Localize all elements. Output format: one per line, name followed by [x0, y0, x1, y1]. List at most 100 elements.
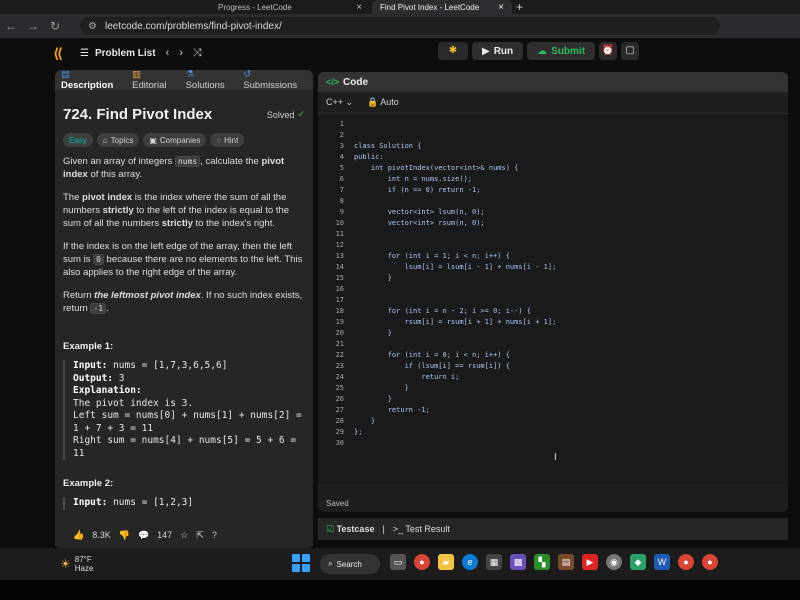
code-line[interactable]: } [354, 417, 375, 425]
tab-description[interactable]: ▤ Description [61, 70, 124, 91]
example-line: Input: nums = [1,7,3,6,5,6] [73, 360, 305, 373]
code-line[interactable]: }; [354, 428, 362, 436]
weather-condition: Haze [74, 564, 94, 573]
chrome-icon[interactable]: ● [414, 554, 430, 570]
leetcode-logo-icon[interactable]: ⟪ [48, 45, 68, 62]
run-toolbar: ✱ ▶ Run ☁ Submit ⏰ ▢ [438, 40, 640, 62]
submit-button[interactable]: ☁ Submit [527, 42, 596, 60]
topics-badge[interactable]: ⌂ Topics [96, 133, 140, 147]
chrome-icon[interactable]: ● [702, 554, 718, 570]
tab-editorial[interactable]: ▥ Editorial [132, 70, 177, 91]
companies-badge[interactable]: ▣ Companies [143, 133, 207, 147]
code-line[interactable]: return -1; [354, 406, 430, 414]
task-view-icon[interactable]: ▭ [390, 554, 406, 570]
example-text: 1 + 7 + 3 = 11 [73, 422, 154, 434]
code-line[interactable]: public: [354, 153, 384, 161]
reload-icon[interactable]: ↻ [44, 19, 66, 33]
code-line[interactable]: } [354, 274, 392, 282]
code-line[interactable]: if (lsum[i] == rsum[i]) { [354, 362, 510, 370]
code-line[interactable]: for (int i = 1; i < n; i++) { [354, 252, 510, 260]
chrome-icon[interactable]: ● [678, 554, 694, 570]
app-icon[interactable]: ▤ [558, 554, 574, 570]
prev-problem-icon[interactable]: ‹ [166, 47, 170, 59]
close-icon[interactable]: × [356, 2, 362, 13]
edge-icon[interactable]: e [462, 554, 478, 570]
code-line[interactable]: } [354, 395, 392, 403]
tab-label: Editorial [132, 80, 167, 91]
star-icon[interactable]: ☆ [180, 530, 188, 541]
url-field[interactable]: ⚙ leetcode.com/problems/find-pivot-index… [80, 17, 720, 35]
code-editor[interactable]: I 1 2 3 class Solution {4 public: 5 int pivot… [318, 114, 788, 484]
word-icon[interactable]: W [654, 554, 670, 570]
code-line[interactable]: for (int i = n - 2; i >= 0; i--) { [354, 307, 531, 315]
code-line[interactable]: for (int i = 0; i < n; i++) { [354, 351, 510, 359]
example-line: The pivot index is 3. [73, 398, 305, 411]
file-explorer-icon[interactable]: ▰ [438, 554, 454, 570]
alarm-icon[interactable]: ⏰ [599, 42, 618, 60]
hint-badge[interactable]: ◌ Hint [210, 133, 245, 147]
windows-start-icon[interactable] [292, 554, 310, 572]
problem-list-button[interactable]: ☰ Problem List [80, 48, 156, 59]
taskbar-search[interactable]: ⌕ Search [320, 554, 380, 574]
desc-text: . [106, 303, 109, 314]
close-icon[interactable]: × [498, 2, 504, 13]
dislike-icon[interactable]: 👎 [119, 530, 130, 541]
language-bar: C++ ⌄ 🔒 Auto [318, 92, 788, 114]
code-line[interactable]: return i; [354, 373, 459, 381]
forward-icon[interactable]: → [22, 19, 44, 33]
code-icon: </> [326, 77, 340, 87]
code-line[interactable]: vector<int> rsum(n, 0); [354, 219, 485, 227]
tab-submissions[interactable]: ↺ Submissions [243, 70, 307, 91]
solved-label: Solved [266, 109, 295, 120]
desc-text: of this array. [87, 169, 143, 180]
auto-label: Auto [380, 97, 399, 107]
share-icon[interactable]: ⇱ [196, 530, 204, 541]
question-header: 724. Find Pivot Index Solved ✓ [63, 106, 305, 123]
debug-icon[interactable]: ✱ [438, 42, 468, 60]
site-info-icon[interactable]: ⚙ [88, 21, 97, 32]
run-button[interactable]: ▶ Run [472, 42, 524, 60]
submit-label: Submit [551, 45, 586, 57]
code-line[interactable]: vector<int> lsum(n, 0); [354, 208, 485, 216]
new-tab-button[interactable]: + [516, 0, 523, 14]
code-line[interactable]: } [354, 384, 409, 392]
store-icon[interactable]: ▦ [486, 554, 502, 570]
browser-tab-find-pivot[interactable]: Find Pivot Index - LeetCode × [372, 0, 512, 14]
inline-code: -1 [90, 303, 107, 314]
example-text: 11 [73, 447, 85, 459]
back-icon[interactable]: ← [0, 19, 22, 33]
help-icon[interactable]: ? [212, 530, 217, 540]
app-icon[interactable]: ◉ [606, 554, 622, 570]
code-line[interactable]: int n = nums.size(); [354, 175, 472, 183]
tab-test-result[interactable]: >_ Test Result [393, 524, 450, 534]
code-line[interactable]: if (n == 0) return -1; [354, 186, 481, 194]
taskbar: ☀ 87°F Haze ⌕ Search ▭ ● ▰ e ▦ ▩ ▚ ▤ ▶ ◉… [0, 548, 800, 580]
apps-grid-icon[interactable]: ▚ [534, 554, 550, 570]
line-number: 13 [335, 252, 344, 260]
example-text: nums = [1,7,3,6,5,6] [107, 360, 228, 371]
code-line[interactable]: lsum[i] = lsum[i - 1] + nums[i - 1]; [354, 263, 557, 271]
comment-icon[interactable]: 💬 [138, 530, 149, 541]
difficulty-badge[interactable]: Easy [63, 133, 93, 147]
code-line[interactable]: rsum[i] = rsum[i + 1] + nums[i + 1]; [354, 318, 557, 326]
tab-solutions[interactable]: ⚗ Solutions [186, 70, 236, 91]
code-line[interactable]: } [354, 329, 392, 337]
history-icon: ↺ [243, 70, 252, 80]
code-line[interactable]: class Solution { [354, 142, 421, 150]
youtube-icon[interactable]: ▶ [582, 554, 598, 570]
app-icon[interactable]: ▩ [510, 554, 526, 570]
like-icon[interactable]: 👍 [73, 530, 84, 541]
next-problem-icon[interactable]: › [179, 47, 183, 59]
auto-mode[interactable]: 🔒 Auto [367, 97, 399, 108]
code-line[interactable]: int pivotIndex(vector<int>& nums) { [354, 164, 519, 172]
browser-tab-progress[interactable]: Progress - LeetCode × [210, 0, 370, 14]
terminal-icon: >_ [392, 524, 404, 534]
language-select[interactable]: C++ ⌄ [326, 97, 353, 108]
tab-testcase[interactable]: ☑ Testcase [326, 524, 374, 535]
example-line: 1 + 7 + 3 = 11 [73, 423, 305, 436]
book-icon: ▥ [132, 70, 142, 80]
weather-widget[interactable]: ☀ 87°F Haze [60, 555, 93, 573]
app-icon[interactable]: ◆ [630, 554, 646, 570]
shuffle-icon[interactable]: ⤨ [193, 47, 202, 60]
notes-icon[interactable]: ▢ [621, 42, 640, 60]
